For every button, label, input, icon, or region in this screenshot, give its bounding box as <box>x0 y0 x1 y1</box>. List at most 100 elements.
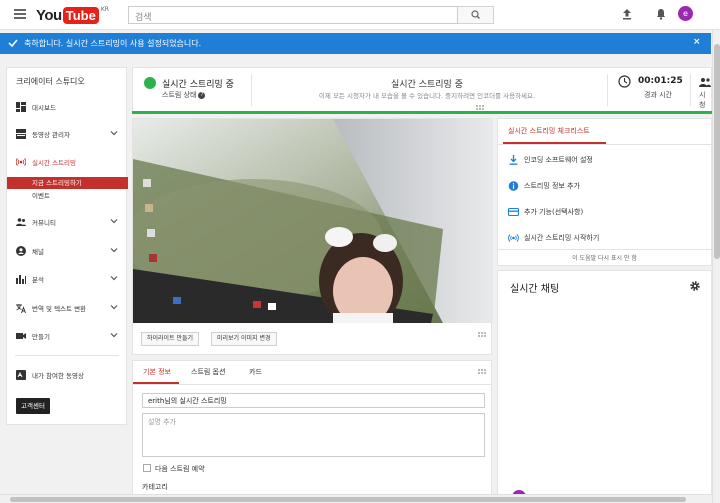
checklist-tab[interactable]: 실시간 스트리밍 체크리스트 <box>508 126 590 136</box>
check-icon <box>8 39 18 48</box>
checklist-item-go-live[interactable]: 실시간 스트리밍 시작하기 <box>498 228 711 248</box>
status-center-subtitle: 이제 모든 시청자가 내 모습을 볼 수 있습니다. 중지하려면 인코더를 사용… <box>318 92 536 100</box>
stream-title-input[interactable]: erith님의 실시간 스트리밍 <box>142 393 485 408</box>
chevron-down-icon[interactable] <box>110 331 118 339</box>
sidebar-item-translate[interactable]: 번역 및 텍스트 변환 <box>7 299 126 317</box>
youtube-logo[interactable]: You Tube KR <box>36 5 109 25</box>
horizontal-scrollbar[interactable] <box>0 494 712 503</box>
chevron-down-icon[interactable] <box>110 274 118 282</box>
drag-handle-icon[interactable] <box>476 105 484 111</box>
viewers-label: 시청 <box>699 91 706 109</box>
checklist-item-encoder[interactable]: 인코딩 소프트웨어 설정 <box>498 150 711 170</box>
stream-status-text: 스트림 상태 <box>162 91 197 99</box>
sidebar-subitem-events[interactable]: 이벤트 <box>7 190 128 202</box>
analytics-icon <box>16 275 26 284</box>
live-chat-panel: 실시간 채팅 <box>497 270 712 503</box>
checklist-footer-divider <box>498 249 711 250</box>
chevron-down-icon[interactable] <box>110 129 118 137</box>
sidebar-item-label: 내가 참여한 동영상 <box>32 372 84 380</box>
logo-you-text: You <box>36 6 62 24</box>
sidebar-title: 크리에이터 스튜디오 <box>16 77 85 86</box>
contributions-icon <box>16 370 26 380</box>
chevron-down-icon[interactable] <box>110 303 118 311</box>
avatar[interactable]: e <box>678 6 693 21</box>
sidebar-item-label: 동영상 관리자 <box>32 131 70 139</box>
vertical-scrollbar[interactable] <box>712 30 720 503</box>
live-status-dot <box>144 77 156 89</box>
sidebar-item-create[interactable]: 만들기 <box>7 327 126 345</box>
tab-stream-options[interactable]: 스트림 옵션 <box>191 367 225 377</box>
sidebar-item-live[interactable]: 실시간 스트리밍 <box>7 153 126 171</box>
sidebar-item-community[interactable]: 커뮤니티 <box>7 213 126 231</box>
checklist-item-stream-info[interactable]: 스트리밍 정보 추가 <box>498 176 711 196</box>
sidebar-item-dashboard[interactable]: 대시보드 <box>7 98 126 116</box>
status-divider <box>251 74 252 106</box>
sidebar-item-channel[interactable]: 채널 <box>7 242 126 260</box>
elapsed-time: 00:01:25 <box>638 76 683 86</box>
community-icon <box>16 218 26 226</box>
clock-icon <box>618 75 631 88</box>
live-icon <box>508 234 519 242</box>
help-center-button[interactable]: 고객센터 <box>16 398 50 414</box>
help-icon[interactable]: ? <box>198 91 206 99</box>
schedule-checkbox[interactable] <box>143 464 151 472</box>
drag-handle-icon[interactable] <box>478 369 486 375</box>
stream-preview-panel: 하이라이트 만들기 미리보기 이미지 변경 <box>132 118 493 355</box>
stream-video-preview[interactable] <box>133 119 493 323</box>
logo-tube-text: Tube <box>62 6 99 24</box>
tab-cards[interactable]: 카드 <box>249 367 262 377</box>
dashboard-icon <box>16 102 26 112</box>
menu-icon[interactable] <box>14 9 26 19</box>
checklist-item-label: 인코딩 소프트웨어 설정 <box>524 156 593 164</box>
info-icon <box>508 181 519 191</box>
create-highlight-button[interactable]: 하이라이트 만들기 <box>141 332 200 346</box>
stream-description-input[interactable]: 설명 추가 <box>142 413 485 457</box>
horizontal-scrollbar-thumb[interactable] <box>10 497 686 502</box>
status-divider <box>607 74 608 106</box>
search-icon <box>471 10 480 19</box>
checklist-item-label: 추가 기능(선택사항) <box>524 208 584 216</box>
drag-handle-icon[interactable] <box>478 332 486 338</box>
checklist-item-extras[interactable]: 추가 기능(선택사항) <box>498 202 711 222</box>
stream-status-bar: 실시간 스트리밍 중 스트림 상태? 실시간 스트리밍 중 이제 모든 시청자가… <box>132 67 712 112</box>
search-button[interactable] <box>458 6 494 24</box>
upload-icon[interactable] <box>620 7 634 21</box>
sidebar-item-label: 번역 및 텍스트 변환 <box>32 305 87 313</box>
vertical-scrollbar-thumb[interactable] <box>714 44 720 259</box>
logo-region: KR <box>100 6 109 13</box>
translate-icon <box>16 304 26 313</box>
chevron-down-icon[interactable] <box>110 217 118 225</box>
viewers-icon <box>699 78 711 87</box>
category-label: 카테고리 <box>142 483 168 491</box>
channel-icon <box>16 246 26 256</box>
live-status-line <box>132 111 712 114</box>
download-icon <box>509 155 518 165</box>
status-center-title: 실시간 스트리밍 중 <box>391 80 463 90</box>
dont-show-again-link[interactable]: 이 도움말 다시 표시 안 함 <box>498 253 711 262</box>
sidebar-subitem-stream-now[interactable]: 지금 스트리밍하기 <box>7 177 128 189</box>
success-notice: 축하합니다. 실시간 스트리밍이 사용 설정되었습니다. × <box>0 33 711 54</box>
close-icon[interactable]: × <box>693 37 701 47</box>
notice-text: 축하합니다. 실시간 스트리밍이 사용 설정되었습니다. <box>24 39 202 48</box>
live-status-label: 실시간 스트리밍 중 <box>162 80 234 90</box>
search-input[interactable]: 검색 <box>128 6 458 24</box>
sidebar-item-analytics[interactable]: 분석 <box>7 270 126 288</box>
sidebar-item-video-manager[interactable]: 동영상 관리자 <box>7 125 126 143</box>
status-divider <box>690 74 691 106</box>
sidebar-item-label: 실시간 스트리밍 <box>32 159 76 167</box>
change-thumbnail-button[interactable]: 미리보기 이미지 변경 <box>211 332 277 346</box>
chat-title: 실시간 채팅 <box>510 284 560 295</box>
live-checklist-panel: 실시간 스트리밍 체크리스트 인코딩 소프트웨어 설정 스트리밍 정보 추가 추… <box>497 118 712 266</box>
chevron-down-icon[interactable] <box>110 246 118 254</box>
sidebar-item-label: 대시보드 <box>32 104 56 112</box>
tab-basic-info[interactable]: 기본 정보 <box>143 367 171 377</box>
studio-sidebar: 크리에이터 스튜디오 대시보드 동영상 관리자 실시간 스트리밍 지금 스트리밍… <box>6 67 128 425</box>
sidebar-divider <box>15 355 119 356</box>
bell-icon[interactable] <box>654 7 668 21</box>
create-icon <box>16 333 26 339</box>
sidebar-item-label: 만들기 <box>32 333 50 341</box>
sidebar-item-label: 분석 <box>32 276 44 284</box>
gear-icon[interactable] <box>689 280 701 292</box>
schedule-label: 다음 스트림 예약 <box>155 465 205 473</box>
sidebar-item-contributions[interactable]: 내가 참여한 동영상 <box>7 366 126 384</box>
